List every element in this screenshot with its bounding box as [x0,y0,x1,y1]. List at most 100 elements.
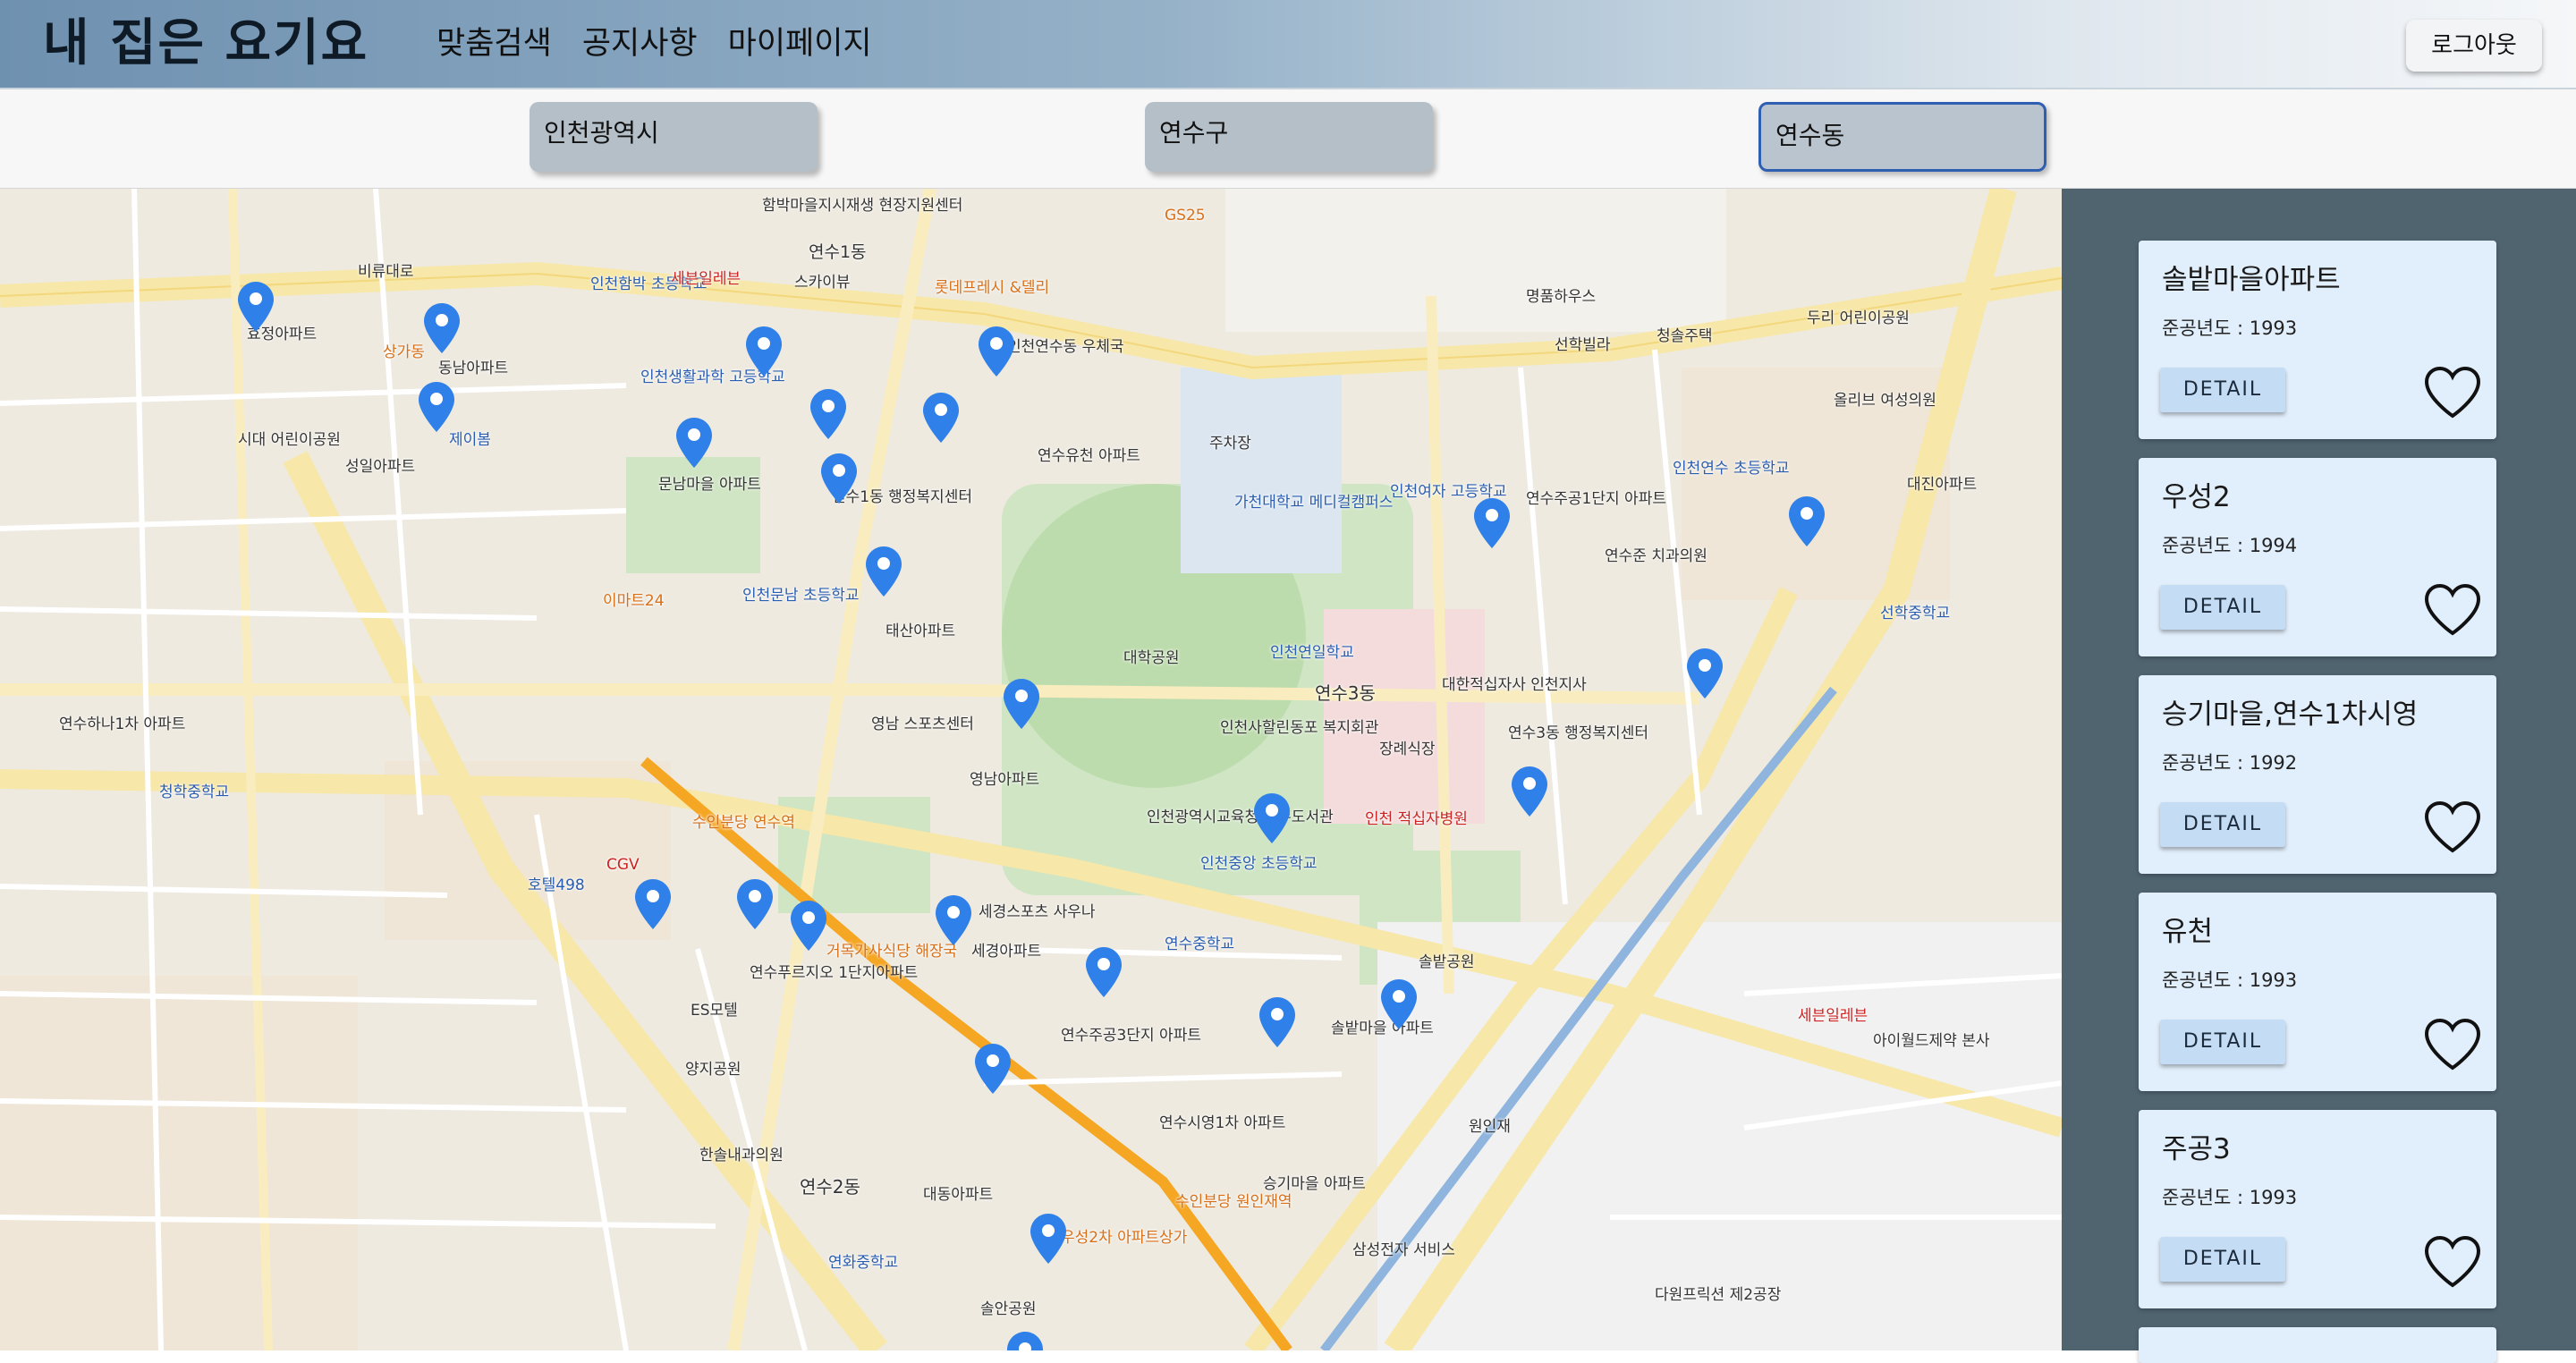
map-label: 대학공원 [1123,649,1180,667]
map-pin-icon[interactable] [419,382,454,432]
apartment-card-partial[interactable] [2139,1327,2496,1363]
heart-outline-icon[interactable] [2423,800,2482,854]
map-label: 올리브 여성의원 [1834,392,1936,410]
map-pin-icon[interactable] [821,453,857,504]
map-label: ES모텔 [691,1002,738,1020]
detail-button[interactable]: DETAIL [2160,368,2285,412]
map-label: 장례식장 [1379,741,1436,758]
nav-notice[interactable]: 공지사항 [582,20,698,68]
map-pin-icon[interactable] [1512,766,1547,817]
heart-outline-icon[interactable] [2423,1235,2482,1289]
map-pin-icon[interactable] [1004,679,1039,729]
map-pin-icon[interactable] [746,326,782,377]
map-label: 연수유천 아파트 [1038,447,1140,465]
map-label: 인천연수동 우체국 [1007,338,1124,356]
map-pin-icon[interactable] [238,282,274,332]
map-label: 청솔주택 [1657,327,1713,345]
heart-outline-icon[interactable] [2423,366,2482,419]
apartment-build-year: 준공년도 : 1992 [2162,752,2298,774]
detail-button[interactable]: DETAIL [2160,585,2285,630]
apartment-name: 솔밭마을아파트 [2162,264,2341,296]
map-label: 연수주공3단지 아파트 [1061,1027,1201,1045]
apartment-card[interactable]: 주공3 준공년도 : 1993 DETAIL [2139,1110,2496,1308]
map-label: 아이월드제약 본사 [1873,1032,1990,1050]
map-pin-icon[interactable] [1030,1214,1066,1264]
map-pin-icon[interactable] [1259,997,1295,1047]
map-label: 연화중학교 [828,1254,899,1272]
map-label: 연수3동 행정복지센터 [1508,724,1648,742]
map-label: 선학중학교 [1880,605,1951,622]
apartment-card[interactable]: 솔밭마을아파트 준공년도 : 1993 DETAIL [2139,241,2496,439]
map-pin-icon[interactable] [791,901,826,951]
map-label: 함박마을지시재생 현장지원센터 [762,197,963,215]
map-pin-icon[interactable] [936,895,971,945]
detail-button[interactable]: DETAIL [2160,1020,2285,1064]
dong-select[interactable]: 연수동 [1758,102,2046,172]
apartment-card[interactable]: 우성2 준공년도 : 1994 DETAIL [2139,458,2496,656]
map-pin-icon[interactable] [1007,1332,1043,1350]
map-pin-icon[interactable] [810,389,846,439]
map-label: 두리 어린이공원 [1807,309,1910,327]
map-label: 세븐일레븐 [1798,1007,1868,1025]
apartment-build-year: 준공년도 : 1993 [2162,1187,2298,1208]
map-pin-icon[interactable] [1687,648,1723,698]
map-pin-icon[interactable] [975,1044,1011,1094]
map-label: 다원프릭션 제2공장 [1655,1286,1782,1304]
map-label: 인천중앙 초등학교 [1200,855,1318,873]
map-pin-icon[interactable] [737,879,773,929]
logout-button[interactable]: 로그아웃 [2406,20,2542,72]
map-label: 대한적십자사 인천지사 [1442,676,1587,694]
map-pin-icon[interactable] [1381,979,1417,1029]
city-select[interactable]: 인천광역시 [530,102,818,172]
map-label: 문남마을 아파트 [658,476,761,494]
map-label: 인천연수 초등학교 [1673,460,1790,478]
district-select[interactable]: 연수구 [1145,102,1433,172]
heart-outline-icon[interactable] [2423,583,2482,637]
map-pin-icon[interactable] [866,546,902,597]
map-label: 상가동 [383,343,425,361]
apartment-card[interactable]: 유천 준공년도 : 1993 DETAIL [2139,893,2496,1091]
map-pin-icon[interactable] [1086,947,1122,997]
heart-outline-icon[interactable] [2423,1018,2482,1071]
map-pin-icon[interactable] [1789,496,1825,546]
top-header: 내 집은 요기요 맞춤검색 공지사항 마이페이지 로그아웃 [0,0,2576,89]
detail-button[interactable]: DETAIL [2160,802,2285,847]
map-pin-icon[interactable] [979,326,1014,377]
nav-mypage[interactable]: 마이페이지 [728,20,872,68]
detail-button[interactable]: DETAIL [2160,1237,2285,1282]
map-label: 시대 어린이공원 [238,431,341,449]
map-label: 명품하우스 [1526,288,1597,306]
map-label: 연수시영1차 아파트 [1159,1114,1286,1132]
map-label: 인천연일학교 [1270,644,1354,662]
map-label: 승기마을 아파트 [1263,1175,1366,1193]
map-pin-icon[interactable] [424,303,460,353]
apartment-name: 유천 [2162,916,2214,948]
map-label: 스카이뷰 [794,274,851,292]
map-label: 연수3동 [1315,682,1376,704]
apartment-list-panel[interactable]: 솔밭마을아파트 준공년도 : 1993 DETAIL 우성2 준공년도 : 19… [2062,189,2576,1363]
apartment-build-year: 준공년도 : 1993 [2162,317,2298,339]
apartment-name: 우성2 [2162,481,2231,513]
map-label: 우성2차 아파트상가 [1061,1229,1188,1247]
map-pin-icon[interactable] [923,393,959,443]
map-label: 영남 스포츠센터 [871,715,974,733]
map-label: 세경아파트 [971,943,1042,961]
brand-logo[interactable]: 내 집은 요기요 [43,9,369,79]
map-pin-icon[interactable] [676,418,712,468]
map-label: 영남아파트 [970,771,1040,789]
map-label: 세븐일레븐 [671,270,741,288]
map-label: 가천대학교 메디컬캠퍼스 [1234,494,1394,512]
apartment-card[interactable]: 승기마을,연수1차시영 준공년도 : 1992 DETAIL [2139,675,2496,874]
map-pin-icon[interactable] [635,879,671,929]
map-label: 원인재 [1469,1118,1511,1136]
map-pin-icon[interactable] [1254,793,1290,843]
map-view[interactable]: 함박마을지시재생 현장지원센터 연수1동 스카이뷰 롯데프레시 &델리 GS25… [0,189,2062,1350]
map-label: 청학중학교 [159,783,230,801]
map-pin-icon[interactable] [1474,498,1510,548]
map-label: 이마트24 [603,592,665,610]
map-label: 제이봄 [449,431,491,449]
nav-custom-search[interactable]: 맞춤검색 [436,20,552,68]
map-label: 연수하나1차 아파트 [59,715,186,733]
map-label: 호텔498 [528,876,585,894]
map-label: 솔안공원 [980,1300,1037,1318]
